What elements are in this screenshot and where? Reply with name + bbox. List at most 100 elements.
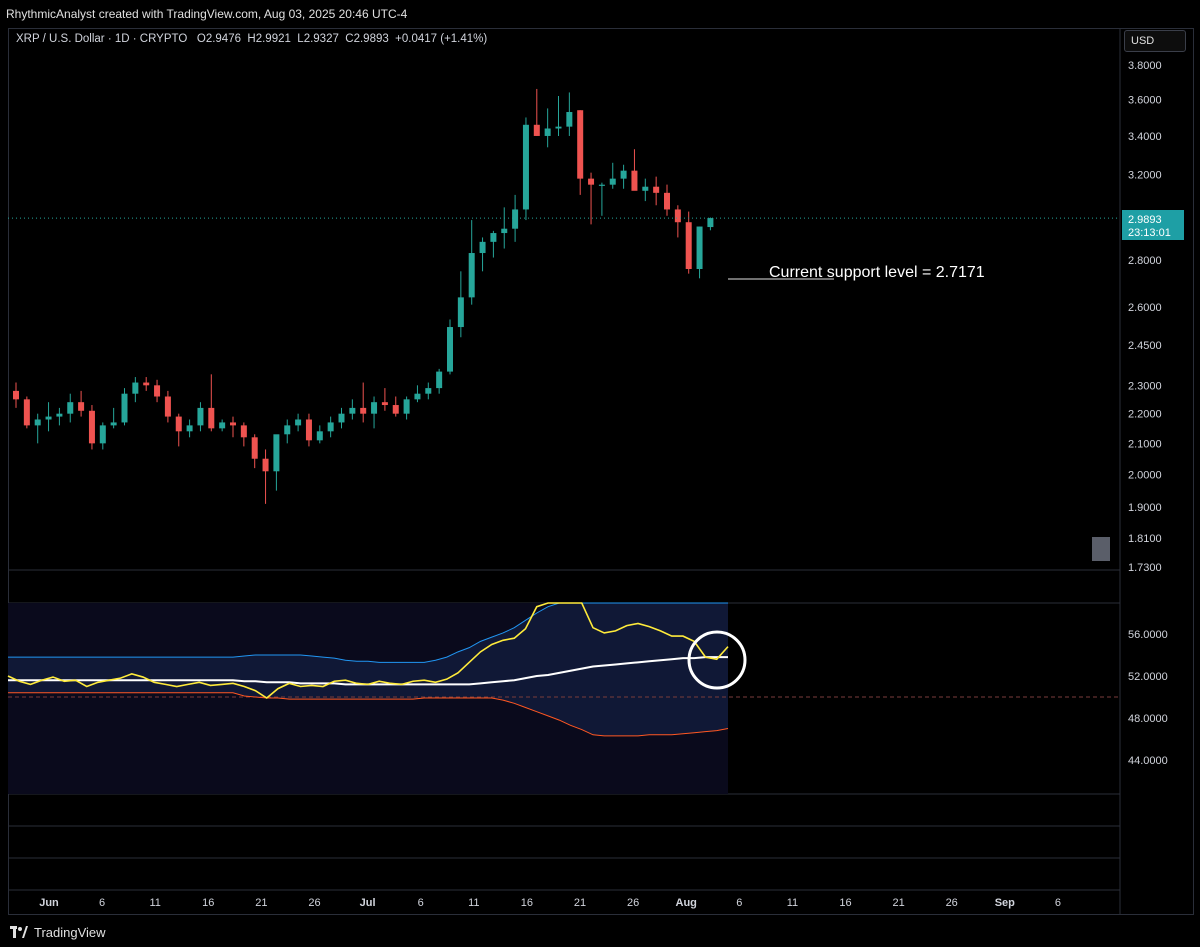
candle-body [349,407,356,414]
candle-body [67,402,74,414]
tradingview-icon [10,926,28,938]
candle [490,230,497,258]
candle [338,407,345,429]
candle-body [88,410,95,444]
rsi-axis-label: 44.0000 [1128,755,1168,767]
legend-high: 2.9921 [255,33,291,45]
candle [425,382,432,400]
scroll-handle[interactable] [1092,537,1110,561]
candle [381,388,388,411]
candle [588,172,595,225]
price-axis-label: 1.8100 [1128,533,1162,545]
chart-canvas[interactable]: 3.8000 3.6000 3.4000 3.2000 2.8000 2.6000 2.45… [0,0,1200,947]
candle-body [631,170,638,191]
candle [45,402,52,432]
price-axis-label: 2.4500 [1128,340,1162,352]
candle [88,405,95,450]
candle [468,220,475,305]
time-axis-label: Jul [360,897,376,909]
candle-body [230,422,236,426]
candle-body [110,422,117,426]
candle [457,271,464,338]
candle [154,379,161,403]
candle [273,434,280,491]
candle [240,422,247,447]
candle-body [121,393,128,423]
legend-close: 2.9893 [353,33,389,45]
time-axis-label: 21 [255,897,267,909]
candle [609,162,616,189]
candle-body [34,419,41,426]
candle-body [219,422,226,429]
tradingview-logo[interactable]: TradingView [10,923,106,941]
candle [251,434,258,469]
candle [522,117,529,221]
time-axis-label: 11 [787,897,798,909]
candle-body [588,178,595,185]
candle [631,149,638,191]
candle-body [240,425,247,438]
candle [479,237,486,272]
legend-low: 2.9327 [303,33,339,45]
candle [653,176,660,206]
candle [696,226,703,279]
candle-body [284,425,291,435]
candle [544,108,551,148]
candle [674,205,681,238]
time-axis-label: 16 [202,897,214,909]
candle-body [381,402,388,406]
candle-body [479,241,486,254]
candle-body [338,413,345,423]
candle [555,95,562,136]
price-axis-label: 3.6000 [1128,94,1162,106]
candle [620,164,627,189]
candle-body [457,297,464,328]
candle [23,396,30,429]
candle [99,422,106,450]
candle-body [555,126,562,129]
candle [392,396,399,417]
time-axis-label: 6 [736,897,742,909]
rsi-axis-label: 48.0000 [1128,713,1168,725]
time-axis-label: 6 [1055,897,1061,909]
candle-body [544,128,551,136]
price-axis-label: 1.9000 [1128,502,1162,514]
candle-body [251,437,258,459]
candle [685,211,692,274]
candle-body [23,399,30,426]
candle-body [490,233,497,242]
candle-body [533,124,540,136]
price-axis-label: 2.3000 [1128,380,1162,392]
legend-symbol: XRP / U.S. Dollar · 1D · CRYPTO [16,33,188,45]
candle-body [403,399,410,414]
candle-body [696,226,703,270]
footer-bar [0,915,1200,947]
candle [327,416,334,438]
candle-body [468,253,475,298]
candle [533,88,540,136]
time-axis-label: 16 [521,897,533,909]
price-axis-label: 3.8000 [1128,60,1162,72]
time-axis-label: 26 [946,897,958,909]
candle [34,413,41,444]
candle-body [609,178,616,185]
candle [316,425,323,444]
price-axis-label: 3.2000 [1128,170,1162,182]
candle-body [154,385,161,397]
candle [284,419,291,444]
candle-body [707,218,714,228]
candle-body [132,382,139,394]
candle [164,390,171,423]
currency-button[interactable]: USD [1124,30,1186,52]
time-axis-label: 26 [308,897,320,909]
time-axis-label: 6 [418,897,424,909]
candle [642,178,649,202]
price-axis-label: 2.2000 [1128,409,1162,421]
candle [230,416,236,438]
legend-change: +0.0417 (+1.41%) [395,33,488,45]
candle [110,407,117,429]
candle-body [78,402,85,411]
candle [577,110,584,195]
candle-body [262,458,269,472]
candle-body [522,124,529,210]
